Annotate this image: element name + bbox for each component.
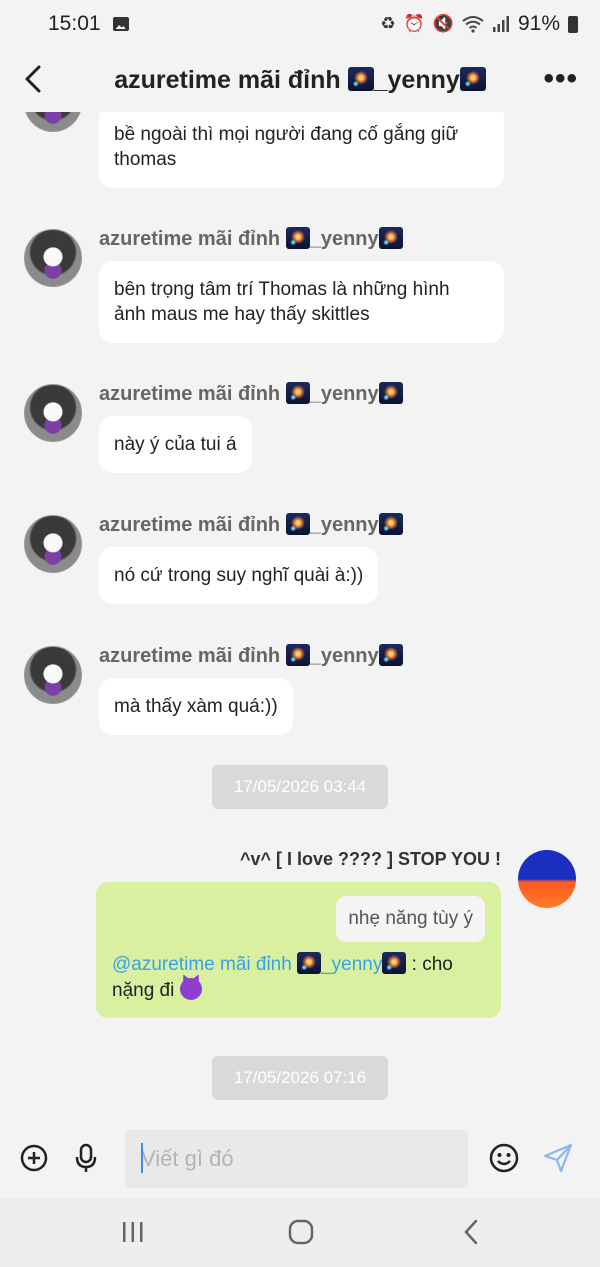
signal-icon: [492, 16, 509, 32]
system-back-icon[interactable]: [456, 1218, 486, 1246]
message-bubble[interactable]: nó cứ trong suy nghĩ quài à:)): [99, 547, 379, 604]
home-icon[interactable]: [286, 1218, 316, 1246]
avatar[interactable]: [24, 229, 82, 287]
sender-name: azuretime mãi đỉnh _yenny: [99, 382, 403, 406]
message-input[interactable]: [125, 1130, 468, 1188]
timestamp-divider: 17/05/2026 07:16: [212, 1056, 388, 1100]
mute-icon: 🔇: [432, 14, 454, 33]
message-text-line: này ý của tui á: [114, 434, 237, 455]
mention-suffix: _yenny: [321, 954, 383, 975]
photo-icon: [112, 17, 129, 31]
message-text-line: mà thấy xàm quá:)): [114, 696, 278, 717]
system-navigation-bar: [0, 1198, 600, 1267]
chat-title: azuretime mãi đỉnh _yenny: [0, 66, 600, 95]
my-message-text-part: nặng đi: [112, 980, 175, 1001]
fireworks-emoji: [459, 67, 486, 91]
status-bar: 15:01 ♻ ⏰ 🔇 91%: [0, 0, 600, 48]
sender-name: azuretime mãi đỉnh _yenny: [99, 513, 403, 537]
fireworks-emoji: [382, 952, 407, 974]
send-icon[interactable]: [542, 1142, 574, 1174]
sender-name-text: azuretime mãi đỉnh: [99, 514, 281, 536]
message-text-line: bên trọng tâm trí Thomas là những hình: [114, 279, 450, 300]
fireworks-emoji: [378, 513, 403, 535]
avatar[interactable]: [24, 646, 82, 704]
devil-emoji-icon: [179, 978, 202, 1000]
message-text-line: ảnh maus me hay thấy skittles: [114, 304, 370, 325]
sender-name-suffix: _yenny: [309, 645, 379, 667]
fireworks-emoji: [378, 382, 403, 404]
alarm-icon: ⏰: [403, 14, 425, 33]
battery-icon: [568, 15, 578, 33]
my-message-text-part: : cho: [406, 954, 453, 975]
wifi-icon: [462, 16, 484, 33]
message-bubble[interactable]: bên trọng tâm trí Thomas là những hình ả…: [99, 261, 504, 343]
status-icons: ♻ ⏰ 🔇 91%: [380, 12, 578, 36]
battery-text: 91%: [517, 12, 560, 35]
avatar[interactable]: [24, 384, 82, 442]
my-avatar[interactable]: [518, 850, 576, 908]
fireworks-emoji: [285, 382, 310, 404]
microphone-icon[interactable]: [70, 1142, 102, 1174]
fireworks-emoji: [347, 67, 374, 91]
sender-name: azuretime mãi đỉnh _yenny: [99, 644, 403, 668]
message-input-bar: [0, 1120, 600, 1198]
sender-name-text: azuretime mãi đỉnh: [99, 383, 281, 405]
message-bubble[interactable]: bề ngoài thì mọi người đang cố gắng giữ …: [99, 112, 504, 188]
my-message-text: @azuretime mãi đỉnh _yenny : cho nặng đi: [112, 952, 485, 1004]
avatar[interactable]: [24, 515, 82, 573]
recent-apps-icon[interactable]: [118, 1218, 148, 1246]
quoted-message[interactable]: nhẹ năng tùy ý: [336, 896, 485, 942]
fireworks-emoji: [378, 644, 403, 666]
my-message-bubble[interactable]: nhẹ năng tùy ý @azuretime mãi đỉnh _yenn…: [96, 882, 501, 1018]
chat-title-text: azuretime mãi đỉnh: [114, 66, 341, 94]
my-sender-name: ^v^ [ I love ???? ] STOP YOU !: [239, 849, 501, 869]
sender-name-text: azuretime mãi đỉnh: [99, 228, 281, 250]
message-bubble[interactable]: mà thấy xàm quá:)): [99, 678, 293, 735]
chat-title-suffix: _yenny: [373, 66, 460, 94]
text-caret: [141, 1143, 143, 1173]
fireworks-emoji: [297, 952, 322, 974]
mention-text: @azuretime mãi đỉnh: [112, 954, 292, 975]
message-bubble[interactable]: này ý của tui á: [99, 416, 252, 473]
message-text-line: nó cứ trong suy nghĩ quài à:)): [114, 565, 364, 586]
sender-name-text: azuretime mãi đỉnh: [99, 645, 281, 667]
sender-name-suffix: _yenny: [309, 383, 379, 405]
message-text-line: thomas: [114, 149, 177, 170]
fireworks-emoji: [285, 513, 310, 535]
more-options-icon[interactable]: •••: [543, 64, 578, 94]
timestamp-divider: 17/05/2026 03:44: [212, 765, 388, 809]
sender-name-suffix: _yenny: [309, 514, 379, 536]
status-time: 15:01: [48, 12, 101, 35]
fireworks-emoji: [285, 644, 310, 666]
fireworks-emoji: [285, 227, 310, 249]
add-attachment-icon[interactable]: [18, 1142, 50, 1174]
emoji-icon[interactable]: [488, 1142, 520, 1174]
avatar[interactable]: [24, 112, 82, 132]
sender-name-suffix: _yenny: [309, 228, 379, 250]
chat-message-list[interactable]: bề ngoài thì mọi người đang cố gắng giữ …: [0, 112, 600, 1120]
fireworks-emoji: [378, 227, 403, 249]
mention-link[interactable]: @azuretime mãi đỉnh _yenny: [112, 952, 407, 975]
message-text-line: bề ngoài thì mọi người đang cố gắng giữ: [114, 124, 459, 145]
chat-header: azuretime mãi đỉnh _yenny •••: [0, 48, 600, 112]
recycle-icon: ♻: [380, 14, 396, 33]
sender-name: azuretime mãi đỉnh _yenny: [99, 227, 403, 251]
